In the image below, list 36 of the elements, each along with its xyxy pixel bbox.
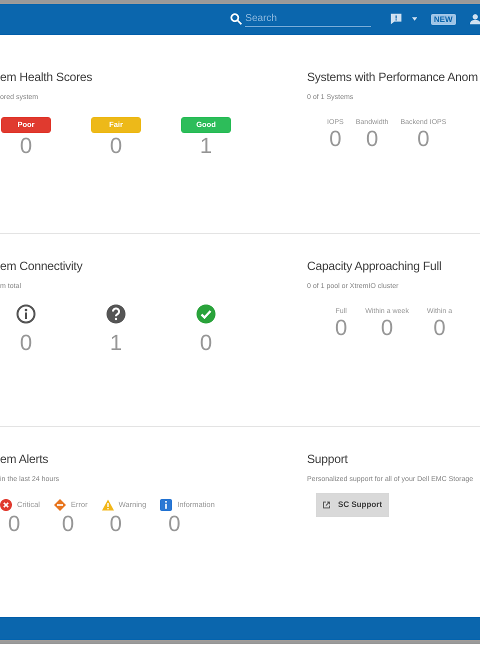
metric-value: 0: [433, 314, 446, 341]
search-field[interactable]: Search: [245, 11, 372, 28]
count-value: 0: [110, 132, 122, 159]
count-value: 0: [108, 510, 123, 537]
warning-icon: [102, 498, 114, 511]
panel-title: Systems with Performance Anom: [307, 70, 479, 84]
metric-value: 0: [329, 126, 342, 152]
information-icon: [160, 498, 172, 511]
count-value: 0: [167, 510, 182, 537]
external-link-icon: [323, 498, 330, 511]
feedback-icon[interactable]: [390, 12, 403, 26]
metric-value: 0: [417, 126, 430, 152]
panel-title: em Connectivity: [0, 258, 84, 273]
question-icon: [106, 304, 126, 324]
count-value: 0: [7, 510, 22, 537]
count-value: 0: [200, 330, 212, 356]
count-value: 1: [110, 330, 122, 356]
count-value: 0: [20, 330, 32, 356]
info-icon: [16, 304, 36, 324]
panel-title: em Health Scores: [0, 70, 94, 84]
critical-icon: [0, 498, 12, 511]
user-icon[interactable]: [470, 13, 480, 26]
count-value: 0: [20, 132, 32, 159]
metric-value: 0: [366, 126, 378, 152]
metric-value: 0: [335, 314, 348, 341]
metric-value: 0: [380, 314, 394, 341]
count-value: 1: [200, 132, 212, 159]
search-icon[interactable]: [230, 12, 242, 26]
panel-title: Capacity Approaching Full: [307, 258, 442, 273]
error-icon: [54, 498, 66, 511]
panel-title: Support: [307, 452, 349, 466]
count-value: 0: [60, 510, 76, 537]
caret-icon[interactable]: [412, 17, 417, 22]
support-button[interactable]: SC Support: [316, 492, 389, 517]
check-icon: [196, 304, 216, 324]
panel-title: em Alerts: [0, 452, 50, 466]
